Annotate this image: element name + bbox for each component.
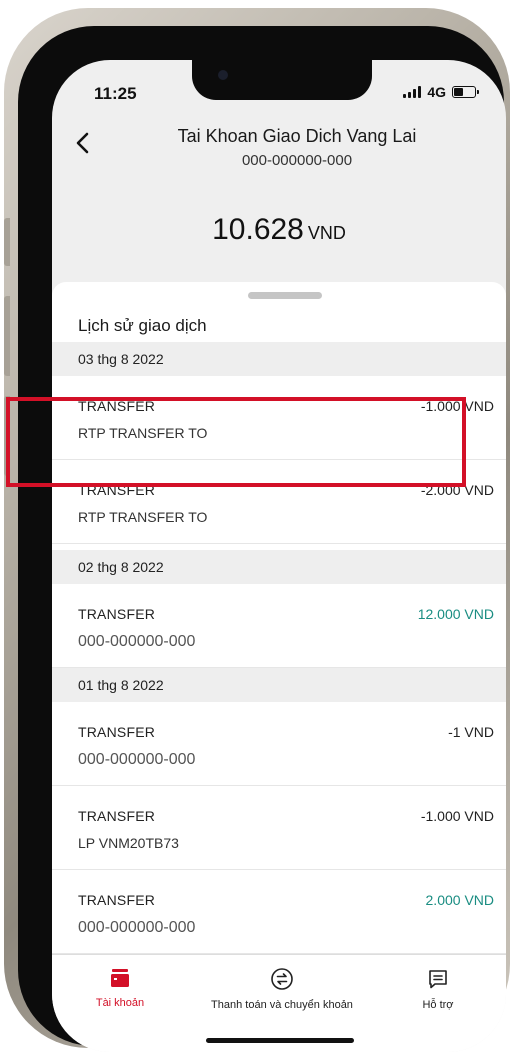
transaction-type: TRANSFER — [78, 808, 156, 824]
transaction-type: TRANSFER — [78, 606, 156, 622]
signal-icon — [403, 86, 422, 98]
screen: 11:25 4G Tai Khoan Giao Dich Vang Lai 00… — [52, 60, 506, 1052]
chat-icon — [429, 970, 447, 989]
transaction-type: TRANSFER — [78, 724, 156, 740]
date-header: 01 thg 8 2022 — [52, 668, 506, 702]
transaction-amount: 2.000 VND — [425, 892, 494, 908]
transaction-row[interactable]: TRANSFER LP VNM20TB73 -1.000 VND — [52, 786, 506, 870]
transaction-row[interactable]: TRANSFER 000-000000-000 12.000 VND — [52, 584, 506, 668]
transaction-row[interactable]: TRANSFER 000-000000-000 -1 VND — [52, 702, 506, 786]
camera-icon — [218, 70, 228, 80]
transfer-icon — [271, 968, 293, 990]
mute-switch — [4, 218, 10, 266]
tab-label: Tài khoản — [95, 997, 145, 1009]
transaction-description: RTP TRANSFER TO — [78, 509, 208, 525]
tab-label: Hỗ trợ — [422, 999, 454, 1011]
transaction-row[interactable]: TRANSFER RTP TRANSFER TO -2.000 VND — [52, 460, 506, 544]
transaction-description: 000-000000-000 — [78, 919, 196, 936]
battery-icon — [452, 86, 479, 98]
history-title: Lịch sử giao dịch — [78, 316, 207, 335]
transaction-type: TRANSFER — [78, 482, 156, 498]
transaction-description: LP VNM20TB73 — [78, 835, 179, 851]
account-number: 000-000000-000 — [241, 152, 353, 169]
balance-currency: VND — [307, 223, 346, 243]
transaction-description: 000-000000-000 — [78, 633, 196, 650]
back-button[interactable] — [68, 128, 98, 158]
tab-accounts[interactable]: Tài khoản — [70, 967, 170, 1009]
transaction-row[interactable]: TRANSFER RTP TRANSFER TO -1.000 VND — [52, 376, 506, 460]
transaction-amount: -1.000 VND — [420, 398, 494, 414]
transaction-type: TRANSFER — [78, 398, 156, 414]
chevron-left-icon — [76, 132, 89, 154]
transaction-description: RTP TRANSFER TO — [78, 425, 208, 441]
balance: 10.628 VND — [52, 213, 506, 247]
transaction-amount: 12.000 VND — [417, 606, 494, 622]
transaction-amount: -1.000 VND — [420, 808, 494, 824]
account-name: Tai Khoan Giao Dich Vang Lai — [177, 126, 417, 146]
tab-label: Thanh toán và chuyển khoản — [211, 999, 353, 1011]
transaction-amount: -1 VND — [448, 724, 494, 740]
date-header: 03 thg 8 2022 — [52, 342, 506, 376]
date-header: 02 thg 8 2022 — [52, 550, 506, 584]
date-label: 01 thg 8 2022 — [78, 677, 164, 693]
transaction-type: TRANSFER — [78, 892, 156, 908]
tab-payments-transfers[interactable]: Thanh toán và chuyển khoản — [194, 967, 370, 1011]
status-time: 11:25 — [94, 84, 137, 103]
date-label: 03 thg 8 2022 — [78, 351, 164, 367]
date-label: 02 thg 8 2022 — [78, 559, 164, 575]
notch — [192, 60, 372, 100]
volume-down-button — [4, 396, 10, 476]
sheet-drag-handle[interactable] — [248, 292, 322, 299]
transaction-row[interactable]: TRANSFER 000-000000-000 2.000 VND — [52, 870, 506, 954]
home-indicator[interactable] — [206, 1038, 354, 1043]
status-indicators: 4G — [403, 84, 479, 100]
wallet-icon — [111, 969, 129, 987]
tab-support[interactable]: Hỗ trợ — [388, 967, 488, 1011]
balance-amount: 10.628 — [212, 213, 304, 246]
phone-bezel: 11:25 4G Tai Khoan Giao Dich Vang Lai 00… — [18, 26, 506, 1052]
phone-frame: 11:25 4G Tai Khoan Giao Dich Vang Lai 00… — [4, 8, 510, 1052]
network-type: 4G — [427, 84, 446, 100]
transaction-description: 000-000000-000 — [78, 751, 196, 768]
volume-up-button — [4, 296, 10, 376]
transaction-history-sheet[interactable]: Lịch sử giao dịch 03 thg 8 2022 TRANSFER… — [52, 282, 506, 954]
transaction-amount: -2.000 VND — [420, 482, 494, 498]
